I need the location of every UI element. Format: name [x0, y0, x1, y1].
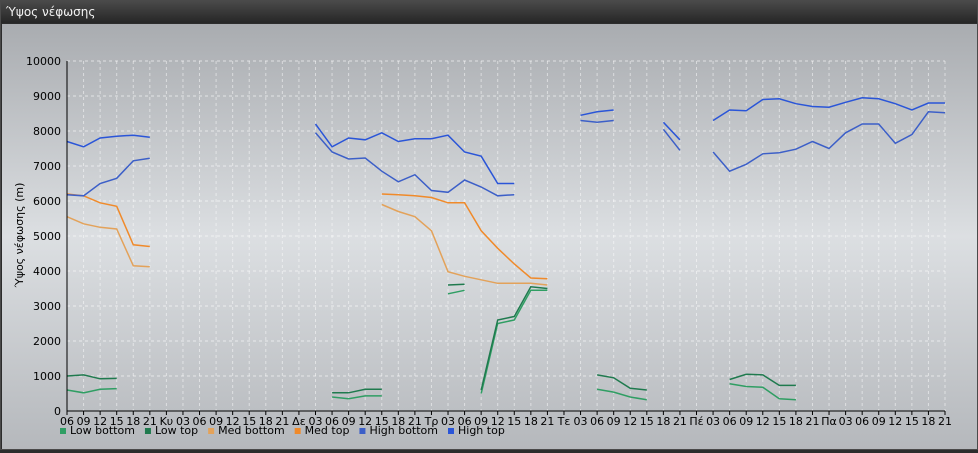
chart-area: 0 1000 2000 3000 4000 5000 6000 7000 8000 9000 100… — [2, 24, 977, 449]
x-tick-label: 18 — [524, 415, 538, 428]
x-tick-label: 06 — [855, 415, 869, 428]
y-tick-label: 5000 — [33, 230, 61, 243]
x-tick-label: Τε — [557, 415, 571, 428]
y-axis-label: Ύψος νέφωσης (m) — [13, 183, 26, 289]
x-tick-label: 15 — [640, 415, 654, 428]
x-tick-label: 06 — [590, 415, 604, 428]
legend-label-high-bottom: High bottom — [369, 424, 438, 437]
x-tick-label: 03 — [839, 415, 853, 428]
x-tick-label: 09 — [739, 415, 753, 428]
x-tick-label: 18 — [921, 415, 935, 428]
legend-swatch-med-bottom — [208, 428, 215, 434]
x-tick-label: 18 — [656, 415, 670, 428]
x-tick-label: 15 — [772, 415, 786, 428]
legend-swatch-low-top — [144, 428, 151, 434]
legend-label-med-top: Med top — [305, 424, 350, 437]
x-tick-label: 15 — [905, 415, 919, 428]
x-tick-label: 03 — [706, 415, 720, 428]
y-tick-label: 7000 — [33, 160, 61, 173]
legend-label-med-bottom: Med bottom — [218, 424, 285, 437]
y-tick-label: 1000 — [33, 370, 61, 383]
y-tick-label: 9000 — [33, 90, 61, 103]
x-tick-label: 12 — [623, 415, 637, 428]
x-tick-label: 21 — [938, 415, 952, 428]
x-tick-label: 15 — [507, 415, 521, 428]
x-tick-label: 03 — [441, 415, 455, 428]
window-titlebar: Ύψος νέφωσης — [1, 1, 977, 23]
y-tick-label: 8000 — [33, 125, 61, 138]
x-tick-label: 12 — [756, 415, 770, 428]
series-line-low-top — [447, 283, 465, 286]
x-tick-label: 12 — [888, 415, 902, 428]
x-tick-label: 06 — [723, 415, 737, 428]
window-title: Ύψος νέφωσης — [6, 5, 96, 19]
y-tick-label: 4000 — [33, 265, 61, 278]
cloud-height-chart: 0100020003000400050006000700080009000100… — [2, 24, 977, 449]
y-tick-label: 2000 — [33, 335, 61, 348]
x-tick-label: Δε — [292, 415, 306, 428]
legend-swatch-low-bottom — [60, 428, 66, 434]
x-tick-label: 21 — [805, 415, 819, 428]
chart-window: Ύψος νέφωσης 0 1000 2000 3000 4000 5000 6000 70… — [0, 0, 978, 450]
y-tick-label: 6000 — [33, 195, 61, 208]
legend-label-low-top: Low top — [155, 424, 198, 437]
x-tick-label: Πα — [821, 415, 837, 428]
x-tick-label: Πέ — [689, 415, 703, 428]
legend-label-high-top: High top — [458, 424, 505, 437]
y-tick-label: 10000 — [26, 55, 61, 68]
legend-label-low-bottom: Low bottom — [70, 424, 135, 437]
x-tick-label: 21 — [540, 415, 554, 428]
x-tick-label: 21 — [673, 415, 687, 428]
x-tick-label: 09 — [872, 415, 886, 428]
legend-swatch-med-top — [294, 428, 301, 434]
x-tick-label: 09 — [607, 415, 621, 428]
y-tick-label: 3000 — [33, 300, 61, 313]
legend-swatch-high-top — [448, 428, 454, 434]
legend-swatch-high-bottom — [359, 428, 366, 434]
x-tick-label: 18 — [789, 415, 803, 428]
x-tick-label: 03 — [574, 415, 588, 428]
